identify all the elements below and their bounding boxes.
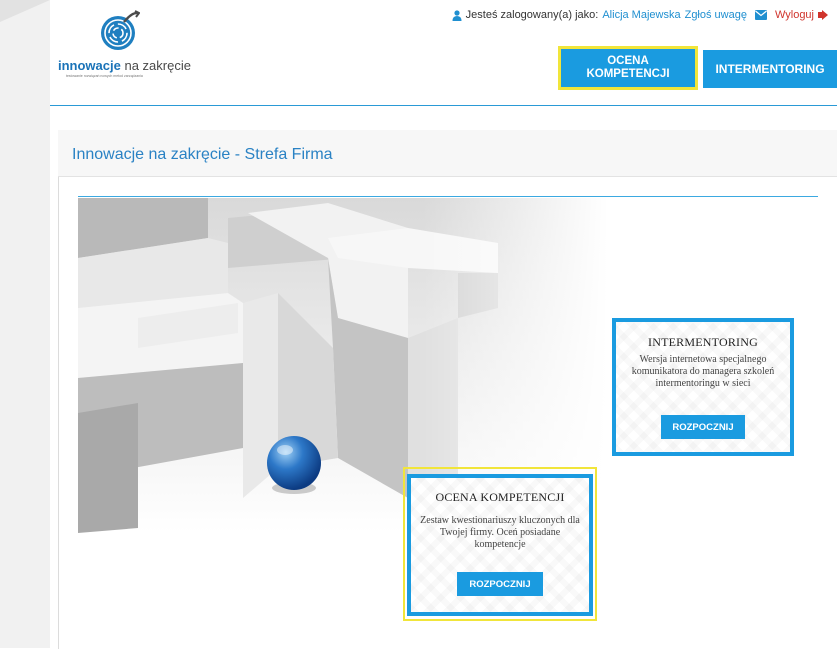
page-title: Innowacje na zakręcie - Strefa Firma — [72, 146, 333, 163]
nav-ocena-kompetencji-button[interactable]: OCENA KOMPETENCJI — [558, 46, 698, 90]
nav-ocena-line1: OCENA — [607, 55, 649, 67]
title-rule — [78, 196, 818, 197]
user-bar: Jesteś zalogowany(a) jako: Alicja Majews… — [452, 9, 829, 21]
header-divider — [50, 105, 837, 106]
ocena-start-button[interactable]: ROZPOCZNIJ — [457, 572, 543, 596]
logout-link[interactable]: Wyloguj — [775, 9, 814, 21]
intermentoring-card-description: Wersja internetowa specjalnego komunikat… — [631, 354, 775, 389]
user-icon — [452, 9, 462, 21]
site-logo[interactable]: innowacje na zakręcie testowanie rozwiąz… — [58, 8, 191, 80]
left-gutter — [0, 0, 50, 648]
intermentoring-card-title: INTERMENTORING — [648, 335, 758, 349]
logo-wordmark: innowacje na zakręcie — [58, 58, 191, 73]
logo-tagline: testowanie rozwiązań nowych metod zarząd… — [66, 74, 143, 78]
envelope-icon[interactable] — [754, 10, 767, 20]
maze-logo-icon — [101, 10, 140, 50]
ocena-card-description: Zestaw kwestionariuszy kluczonych dla Tw… — [420, 515, 580, 550]
ocena-kompetencji-card: OCENA KOMPETENCJI Zestaw kwestionariuszy… — [407, 474, 593, 616]
logout-icon[interactable] — [818, 10, 829, 20]
report-link[interactable]: Zgłoś uwagę — [685, 9, 747, 21]
intermentoring-card: INTERMENTORING Wersja internetowa specja… — [612, 318, 794, 456]
ocena-card-title: OCENA KOMPETENCJI — [435, 490, 565, 504]
intermentoring-start-button[interactable]: ROZPOCZNIJ — [661, 415, 745, 439]
user-name-link[interactable]: Alicja Majewska — [602, 9, 680, 21]
nav-intermentoring-button[interactable]: INTERMENTORING — [703, 50, 837, 88]
nav-ocena-line2: KOMPETENCJI — [586, 68, 670, 80]
logged-in-label: Jesteś zalogowany(a) jako: — [465, 9, 599, 21]
